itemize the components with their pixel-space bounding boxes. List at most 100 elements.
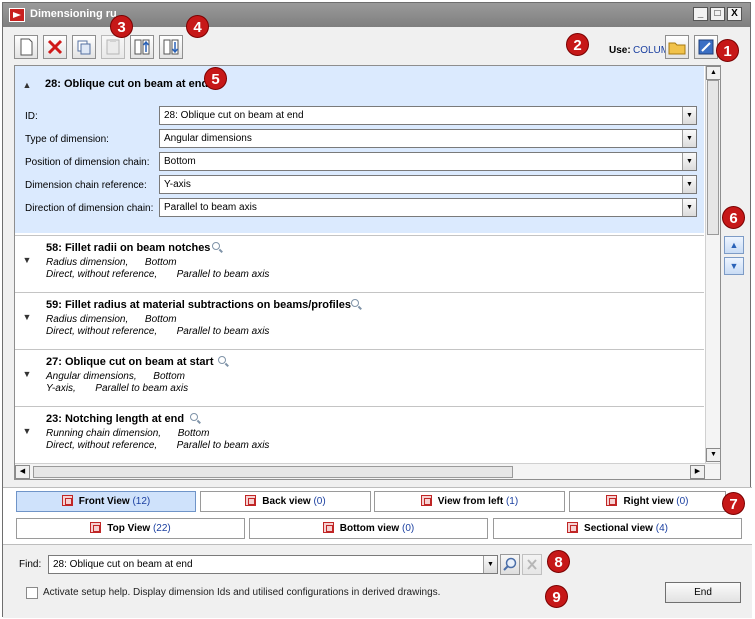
list-item[interactable]: ▼ 23: Notching length at end Running cha… [15,406,704,460]
clear-search-button[interactable] [522,554,542,575]
search-button[interactable] [500,554,520,575]
configure-button[interactable] [694,35,718,59]
tab-bottom-view[interactable]: Bottom view (0) [249,518,488,539]
list-item-line2: Direct, without reference, Parallel to b… [46,326,270,337]
chevron-down-icon[interactable]: ▼ [20,253,34,267]
use-label: Use: [609,45,631,56]
move-up-icon [134,39,150,55]
delete-button[interactable] [43,35,67,59]
tab-back-view[interactable]: Back view (0) [200,491,371,512]
chevron-down-icon[interactable]: ▼ [20,424,34,438]
scroll-right-icon[interactable]: ▶ [690,465,705,479]
horizontal-scrollbar[interactable]: ◀ ▶ [15,463,720,479]
move-down-button[interactable] [159,35,183,59]
type-of-dimension-label: Type of dimension: [25,134,109,145]
list-item-line2: Y-axis, Parallel to beam axis [46,383,189,394]
direction-value: Parallel to beam axis [164,202,257,213]
paste-icon [106,39,120,55]
dropdown-arrow-icon[interactable]: ▼ [483,556,497,573]
minimize-button[interactable]: _ [693,7,708,21]
end-button[interactable]: End [665,582,741,603]
annotation-badge: 2 [566,33,589,56]
cube-view-icon [420,495,432,506]
list-item-line1: Angular dimensions, Bottom [46,371,185,382]
annotation-badge: 8 [547,550,570,573]
direction-select[interactable]: Parallel to beam axis ▼ [159,198,697,217]
maximize-button[interactable]: □ [710,7,725,21]
id-value: 28: Oblique cut on beam at end [164,110,304,121]
new-button[interactable] [14,35,38,59]
magnifier-icon[interactable] [218,356,226,364]
dropdown-arrow-icon[interactable]: ▼ [682,199,696,216]
setup-help-checkbox[interactable] [26,587,38,599]
annotation-badge: 6 [722,206,745,229]
cube-view-icon [90,522,102,533]
chevron-up-icon[interactable]: ▲ [20,78,34,92]
dropdown-arrow-icon[interactable]: ▼ [682,107,696,124]
vertical-scrollbar[interactable]: ▲ ▼ [705,66,720,463]
find-input[interactable]: 28: Oblique cut on beam at end ▼ [48,555,498,574]
scroll-down-icon[interactable]: ▼ [706,448,720,462]
copy-button[interactable] [72,35,96,59]
horizontal-scroll-thumb[interactable] [33,466,513,478]
reference-select[interactable]: Y-axis ▼ [159,175,697,194]
new-icon [20,38,33,56]
expanded-rule-item[interactable]: ▲ 28: Oblique cut on beam at end ID: 28:… [15,66,704,233]
direction-label: Direction of dimension chain: [25,203,154,214]
list-item-title: 59: Fillet radius at material subtractio… [46,299,352,311]
move-item-up-button[interactable]: ▲ [724,236,744,254]
configure-icon [698,39,714,55]
annotation-badge: 3 [110,15,133,38]
type-of-dimension-value: Angular dimensions [164,133,252,144]
open-folder-button[interactable] [665,35,689,59]
annotation-badge: 5 [204,67,227,90]
list-item-line2: Direct, without reference, Parallel to b… [46,269,270,280]
list-item[interactable]: ▼ 58: Fillet radii on beam notches Radiu… [15,235,704,289]
list-item[interactable]: ▼ 27: Oblique cut on beam at start Angul… [15,349,704,403]
tab-view-from-left[interactable]: View from left (1) [374,491,565,512]
cube-view-icon [322,522,334,533]
vertical-scroll-thumb[interactable] [707,80,719,235]
list-item[interactable]: ▼ 59: Fillet radius at material subtract… [15,292,704,346]
arrow-down-icon: ▼ [729,261,739,271]
paste-button[interactable] [101,35,125,59]
copy-icon [77,40,91,55]
annotation-badge: 9 [545,585,568,608]
setup-help-label: Activate setup help. Display dimension I… [43,587,441,598]
scroll-up-icon[interactable]: ▲ [706,66,720,80]
arrow-up-icon: ▲ [729,240,739,250]
annotation-badge: 7 [722,492,745,515]
tab-right-view[interactable]: Right view (0) [569,491,726,512]
tab-sectional-view[interactable]: Sectional view (4) [493,518,742,539]
list-item-line2: Direct, without reference, Parallel to b… [46,440,270,451]
dimension-rule-list[interactable]: ▲ 28: Oblique cut on beam at end ID: 28:… [14,65,721,480]
position-select[interactable]: Bottom ▼ [159,152,697,171]
chevron-down-icon[interactable]: ▼ [20,310,34,324]
dropdown-arrow-icon[interactable]: ▼ [682,130,696,147]
tab-top-view[interactable]: Top View (22) [16,518,245,539]
annotation-badge: 1 [716,39,739,62]
cube-view-icon [606,495,618,506]
list-item-title: 58: Fillet radii on beam notches [46,242,211,254]
find-bar: Find: 28: Oblique cut on beam at end ▼ A… [3,545,752,618]
chevron-down-icon[interactable]: ▼ [20,367,34,381]
move-up-button[interactable] [130,35,154,59]
id-select[interactable]: 28: Oblique cut on beam at end ▼ [159,106,697,125]
close-button[interactable]: X [727,7,742,21]
tab-front-view[interactable]: Front View (12) [16,491,196,512]
view-tabs: Front View (12) Back view (0) View from … [3,487,752,545]
id-label: ID: [25,111,38,122]
move-item-down-button[interactable]: ▼ [724,257,744,275]
dropdown-arrow-icon[interactable]: ▼ [682,176,696,193]
type-of-dimension-select[interactable]: Angular dimensions ▼ [159,129,697,148]
reference-value: Y-axis [164,179,191,190]
dimensioning-window: Dimensioning ru _ □ X Use: COLUMN ▲ 28: … [2,2,752,618]
magnifier-icon[interactable] [212,242,220,250]
dropdown-arrow-icon[interactable]: ▼ [682,153,696,170]
expanded-item-title: 28: Oblique cut on beam at end [45,78,209,90]
scroll-left-icon[interactable]: ◀ [15,465,30,479]
position-value: Bottom [164,156,196,167]
magnifier-icon[interactable] [190,413,198,421]
magnifier-icon[interactable] [351,299,359,307]
search-icon [503,557,517,571]
